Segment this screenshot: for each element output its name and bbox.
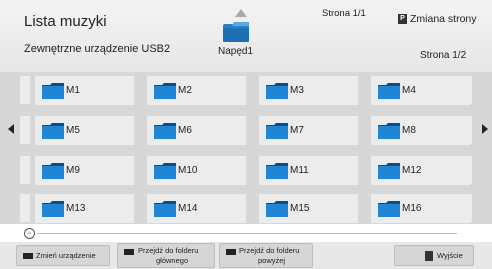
go-to-upper-folder-button[interactable]: Przejdź do folderu powyżej <box>219 243 313 268</box>
page-title: Lista muzyki <box>24 13 107 30</box>
page-indicator-top: Strona 1/1 <box>322 8 366 19</box>
folder-item[interactable]: M14 <box>147 194 246 223</box>
folder-label: M10 <box>178 165 198 176</box>
folder-label: M13 <box>66 203 86 214</box>
folder-icon <box>154 201 176 217</box>
folder-label: M12 <box>402 165 422 176</box>
scrollbar-track[interactable] <box>37 233 457 234</box>
folder-item[interactable]: M12 <box>371 156 470 185</box>
scroll-icon[interactable]: ↔ <box>24 228 35 239</box>
folder-icon <box>266 123 288 139</box>
right-arrow-icon[interactable] <box>482 124 488 134</box>
folder-item[interactable]: M13 <box>35 194 134 223</box>
page-indicator-bottom: Strona 1/2 <box>420 50 467 61</box>
go-to-main-folder-label-line2: głównego <box>156 256 189 265</box>
folder-icon <box>42 163 64 179</box>
folder-item[interactable]: M8 <box>371 116 470 145</box>
drive-icon[interactable] <box>222 20 252 44</box>
folder-label: M16 <box>402 203 422 214</box>
folder-item[interactable]: M2 <box>147 76 246 105</box>
change-device-label: Zmień urządzenie <box>36 251 96 260</box>
folder-label: M2 <box>178 85 192 96</box>
folder-item[interactable]: M15 <box>259 194 358 223</box>
folder-label: M8 <box>402 125 416 136</box>
folder-label: M6 <box>178 125 192 136</box>
go-to-upper-folder-label-line1: Przejdź do folderu <box>239 246 300 255</box>
page-change-label: Zmiana strony <box>410 13 477 25</box>
folder-icon <box>266 201 288 217</box>
go-to-main-folder-button[interactable]: Przejdź do folderu głównego <box>117 243 215 268</box>
exit-button[interactable]: Wyjście <box>394 245 474 266</box>
folder-item[interactable]: M9 <box>35 156 134 185</box>
folder-icon <box>42 83 64 99</box>
folder-label: M14 <box>178 203 198 214</box>
edge-tile <box>20 116 30 144</box>
music-list-screen: Lista muzyki Zewnętrzne urządzenie USB2 … <box>0 0 492 269</box>
folder-icon <box>378 201 400 217</box>
folder-icon <box>42 123 64 139</box>
folder-item[interactable]: M10 <box>147 156 246 185</box>
folder-icon <box>154 123 176 139</box>
folder-label: M5 <box>66 125 80 136</box>
folder-icon <box>378 123 400 139</box>
exit-label: Wyjście <box>437 251 463 260</box>
edge-tile <box>20 76 30 104</box>
yellow-key-icon <box>226 249 236 255</box>
change-device-button[interactable]: Zmień urządzenie <box>16 245 110 266</box>
header: Lista muzyki Zewnętrzne urządzenie USB2 … <box>0 0 492 72</box>
folder-icon <box>266 83 288 99</box>
folder-item[interactable]: M16 <box>371 194 470 223</box>
p-key-icon: P <box>398 14 407 24</box>
exit-icon <box>425 251 433 261</box>
folder-icon <box>154 163 176 179</box>
red-key-icon <box>23 253 33 259</box>
folder-label: M3 <box>290 85 304 96</box>
folder-item[interactable]: M1 <box>35 76 134 105</box>
folder-label: M15 <box>290 203 310 214</box>
edge-tile <box>20 156 30 184</box>
edge-tile <box>20 194 30 222</box>
folder-icon <box>378 163 400 179</box>
folder-icon <box>42 201 64 217</box>
folder-item[interactable]: M11 <box>259 156 358 185</box>
folder-item[interactable]: M3 <box>259 76 358 105</box>
footer: Zmień urządzenie Przejdź do folderu głów… <box>0 242 492 269</box>
folder-icon <box>154 83 176 99</box>
folder-label: M9 <box>66 165 80 176</box>
folder-label: M11 <box>290 165 309 176</box>
drive-label: Napęd1 <box>218 46 254 57</box>
go-to-main-folder-label-line1: Przejdź do folderu <box>138 246 199 255</box>
folder-label: M7 <box>290 125 304 136</box>
folder-label: M1 <box>66 85 80 96</box>
folder-item[interactable]: M7 <box>259 116 358 145</box>
folder-icon <box>266 163 288 179</box>
folder-item[interactable]: M6 <box>147 116 246 145</box>
folder-item[interactable]: M5 <box>35 116 134 145</box>
page-change-hint: P Zmiana strony <box>398 13 477 25</box>
up-arrow-icon[interactable] <box>235 9 247 17</box>
device-name: Zewnętrzne urządzenie USB2 <box>24 43 171 55</box>
green-key-icon <box>124 249 134 255</box>
folder-icon <box>378 83 400 99</box>
folder-label: M4 <box>402 85 416 96</box>
folder-item[interactable]: M4 <box>371 76 470 105</box>
left-arrow-icon[interactable] <box>8 124 14 134</box>
go-to-upper-folder-label-line2: powyżej <box>258 256 286 265</box>
